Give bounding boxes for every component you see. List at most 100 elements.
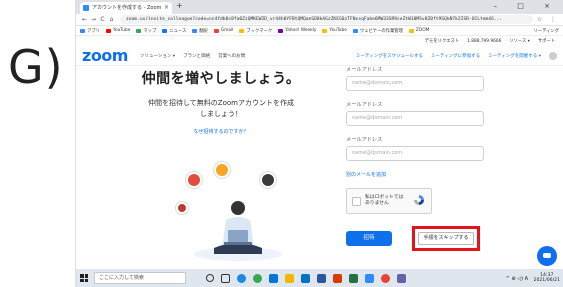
email-label: メールアドレス	[346, 67, 383, 73]
recaptcha-icon	[414, 195, 424, 205]
phone-number[interactable]: 1.888.799.9666	[467, 39, 501, 44]
folder-icon	[408, 28, 414, 33]
recaptcha: 私はロボットではありません	[346, 188, 432, 214]
clock-date: 2021/06/21	[533, 278, 560, 283]
page-title: 仲間を増やしましょう。	[141, 71, 301, 87]
reload-icon[interactable]: C	[98, 16, 107, 23]
nav-links: ソリューション ▾ プランと価格 営業へのお問	[140, 53, 245, 59]
back-icon[interactable]: ←	[80, 16, 89, 23]
url-input[interactable]: zoom.us/invite_colleague?code=nc4fdb0c8f…	[120, 15, 533, 24]
bookmark-item[interactable]: ブックマーク	[239, 28, 272, 34]
taskbar-search-input[interactable]: ここに入力して検索	[94, 272, 186, 284]
folder-icon	[322, 28, 328, 33]
highlight-box: 手順をスキップする	[412, 226, 480, 251]
subtext: 仲間を招待して無料のZoomアカウントを作成 しましょう！	[106, 98, 336, 120]
invite-form: メールアドレス name@domain.com メールアドレス name@dom…	[346, 66, 506, 264]
bookmark-item[interactable]: アプリ	[80, 28, 100, 34]
person-laptop-icon	[194, 201, 282, 261]
contact-sales-link[interactable]: 営業へのお問	[218, 53, 245, 59]
invite-button[interactable]: 招待	[346, 231, 392, 246]
plans-pricing-link[interactable]: プランと価格	[183, 53, 210, 59]
bookmark-star-icon[interactable]: ☆ ⋮	[537, 16, 559, 23]
zoom-logo[interactable]: zoom	[82, 46, 128, 65]
main-content: 仲間を増やしましょう。 仲間を招待して無料のZoomアカウントを作成 しましょう…	[76, 66, 563, 264]
folder-icon	[239, 28, 245, 33]
subtext-line: 仲間を招待して無料のZoomアカウントを作成	[148, 99, 294, 107]
tray-icons[interactable]: ^ ⊕ ◁) A	[506, 276, 528, 282]
nav-right: ミーティングをスケジュールする ミーティングに参加する ミーティングを開催する …	[356, 51, 557, 60]
powerpoint-icon[interactable]	[333, 273, 342, 283]
why-invite-link[interactable]: なぜ招待するのですか？	[106, 128, 336, 135]
home-icon[interactable]: ⌂	[107, 16, 116, 23]
email-label: メールアドレス	[346, 102, 383, 108]
request-demo-link[interactable]: デモをリクエスト	[425, 38, 459, 44]
solutions-menu[interactable]: ソリューション ▾	[140, 53, 175, 59]
gmail-icon	[213, 28, 219, 33]
zoom-nav: zoom ソリューション ▾ プランと価格 営業へのお問 ミーティングをスケジュ…	[76, 46, 563, 66]
skip-step-button[interactable]: 手順をスキップする	[418, 232, 474, 245]
browser-tab[interactable]: アカウントを作成する - Zoom ×	[80, 2, 172, 14]
address-bar: ← → C ⌂ zoom.us/invite_colleague?code=nc…	[76, 14, 563, 26]
join-meeting-link[interactable]: ミーティングに参加する	[431, 53, 480, 59]
bookmark-item[interactable]: マップ	[136, 28, 156, 34]
edge-icon[interactable]	[237, 273, 246, 283]
subtext-line: しましょう！	[200, 110, 242, 118]
maps-icon	[136, 28, 142, 33]
captcha-label: 私はロボットではありません	[365, 195, 404, 206]
new-tab-button[interactable]: +	[176, 1, 183, 10]
page: G) アカウントを作成する - Zoom × + – □ × ← → C ⌂ z…	[0, 0, 563, 287]
forward-icon[interactable]: →	[89, 16, 98, 23]
webinar-icon	[352, 28, 358, 33]
form-buttons: 招待 手順をスキップする	[346, 226, 506, 251]
task-view-icon[interactable]	[221, 273, 230, 283]
translate-icon	[192, 28, 198, 33]
resources-menu[interactable]: リソース ▾	[509, 38, 530, 44]
email-label: メールアドレス	[346, 137, 383, 143]
bookmark-item[interactable]: 翻訳	[192, 28, 208, 34]
invite-intro: 仲間を増やしましょう。 仲間を招待して無料のZoomアカウントを作成 しましょう…	[106, 66, 336, 264]
bookmark-item[interactable]: ZOOM	[408, 28, 429, 33]
explorer-icon[interactable]	[285, 273, 294, 283]
people-illustration-icon	[176, 162, 296, 262]
close-tab-icon[interactable]: ×	[164, 2, 169, 14]
email-field[interactable]: name@domain.com	[346, 76, 484, 91]
schedule-meeting-link[interactable]: ミーティングをスケジュールする	[356, 53, 423, 59]
window-controls[interactable]: – □ ×	[494, 0, 559, 13]
excel-icon[interactable]	[349, 273, 358, 283]
youtube-icon	[105, 28, 111, 33]
system-tray: ^ ⊕ ◁) A 14:37 2021/06/21	[506, 273, 563, 283]
store-icon[interactable]	[269, 273, 278, 283]
bookmark-item[interactable]: ニュース	[162, 28, 186, 34]
bookmark-item[interactable]: ウェビナーの作業管理	[352, 28, 403, 34]
host-meeting-menu[interactable]: ミーティングを開催する ▾	[488, 53, 541, 59]
cortana-icon[interactable]	[206, 274, 214, 282]
avatar-icon[interactable]	[549, 51, 557, 60]
captcha-checkbox[interactable]	[352, 196, 361, 206]
email-field[interactable]: name@domain.com	[346, 146, 484, 161]
windows-start-icon[interactable]	[80, 274, 88, 282]
bookmark-item[interactable]: Gmail	[213, 28, 233, 33]
browser-screenshot: アカウントを作成する - Zoom × + – □ × ← → C ⌂ zoom…	[75, 0, 563, 287]
zoom-top-strip: デモをリクエスト 1.888.799.9666 リソース ▾ サポート	[76, 36, 563, 46]
tab-strip: アカウントを作成する - Zoom × + – □ ×	[76, 0, 563, 14]
taskbar-apps	[206, 273, 406, 283]
bookmark-item[interactable]: YouTube	[322, 28, 347, 33]
support-link[interactable]: サポート	[538, 38, 555, 44]
chrome-icon[interactable]	[253, 273, 262, 283]
chat-icon[interactable]	[537, 246, 557, 266]
reading-list[interactable]: リーディング	[534, 28, 563, 34]
mail-icon[interactable]	[301, 273, 310, 283]
word-icon[interactable]	[317, 273, 326, 283]
zoom-app-icon[interactable]	[365, 273, 374, 283]
bookmark-item[interactable]: YouTube	[105, 28, 130, 33]
step-label: G)	[8, 40, 64, 94]
news-icon	[162, 28, 168, 33]
teams-icon[interactable]	[397, 273, 406, 283]
clock[interactable]: 14:37 2021/06/21	[534, 273, 560, 283]
tab-title: アカウントを作成する - Zoom	[92, 5, 162, 11]
zoom-favicon-icon	[83, 5, 89, 11]
chrome-window-icon[interactable]	[381, 273, 390, 283]
email-field[interactable]: name@domain.com	[346, 111, 484, 126]
add-email-link[interactable]: 別のメールを追加	[346, 171, 506, 178]
bookmark-item[interactable]: Yahoo! Weekly	[278, 28, 316, 33]
